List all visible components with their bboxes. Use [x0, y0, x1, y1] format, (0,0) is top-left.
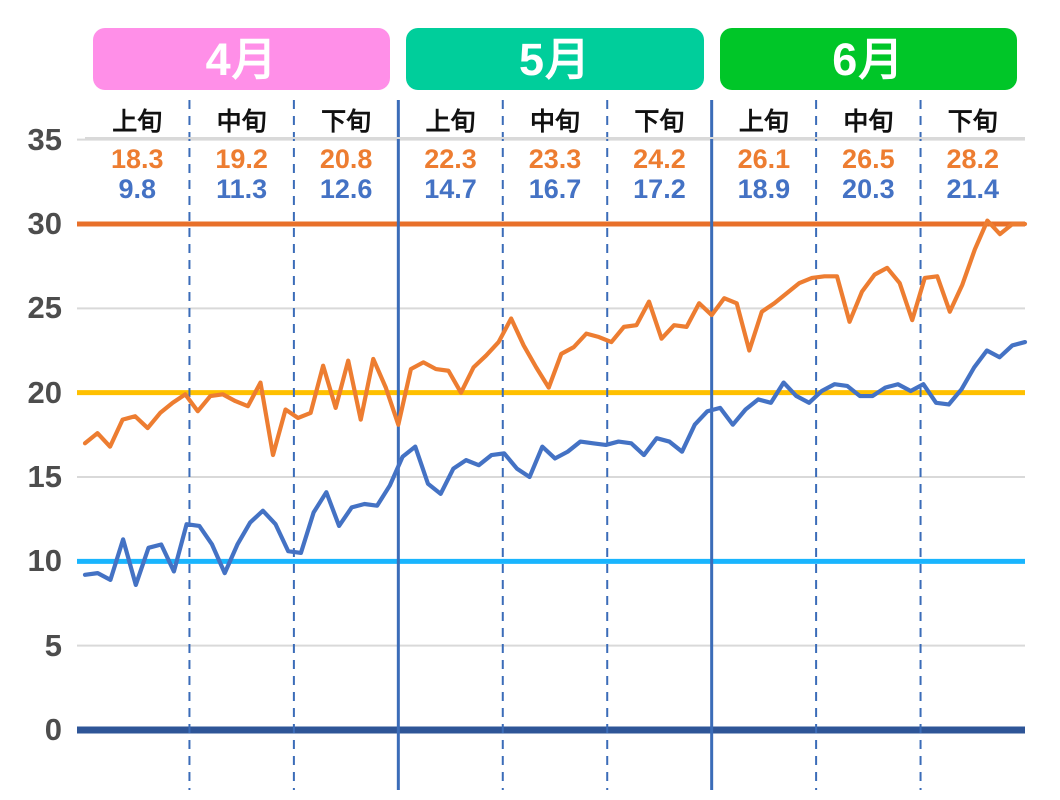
y-axis-tick-30: 30	[27, 206, 62, 241]
low-temp-line	[82, 339, 1028, 588]
period-label-4: 中旬	[529, 108, 580, 136]
month-pill-4[interactable]: 4月	[93, 28, 391, 90]
period-high-value-6: 26.1	[737, 144, 791, 174]
period-label-1: 中旬	[216, 108, 267, 136]
period-low-value-5: 17.2	[633, 174, 686, 204]
period-high-value-8: 28.2	[946, 144, 1000, 174]
period-high-value-0: 18.3	[110, 144, 164, 174]
period-low-value-0: 9.8	[118, 174, 156, 204]
period-high-value-3: 22.3	[424, 144, 477, 174]
period-high-value-4: 23.3	[528, 144, 582, 174]
period-high-value-1: 19.2	[215, 144, 268, 174]
month-pill-6[interactable]: 6月	[719, 28, 1017, 90]
period-low-value-2: 12.6	[319, 174, 373, 204]
high-temp-line	[82, 218, 1028, 458]
period-high-value-5: 24.2	[633, 144, 686, 174]
period-high-value-7: 26.5	[842, 144, 895, 174]
period-low-value-3: 14.7	[424, 174, 477, 204]
period-low-value-8: 21.4	[946, 174, 1000, 204]
y-axis-tick-15: 15	[27, 459, 62, 494]
period-label-3: 上旬	[425, 108, 476, 136]
period-low-value-4: 16.7	[528, 174, 582, 204]
period-label-5: 下旬	[634, 108, 685, 136]
month-pill-5[interactable]: 5月	[406, 28, 704, 90]
y-axis-tick-20: 20	[27, 374, 62, 410]
period-label-2: 下旬	[321, 108, 372, 136]
y-axis-tick-25: 25	[27, 290, 62, 326]
y-axis-tick-5: 5	[44, 627, 62, 663]
period-label-8: 下旬	[947, 108, 998, 136]
period-label-6: 上旬	[738, 108, 789, 136]
month-pill-label: 5月	[518, 33, 591, 85]
period-label-7: 中旬	[843, 108, 894, 136]
period-label-0: 上旬	[112, 108, 163, 136]
period-low-value-6: 18.9	[737, 174, 791, 204]
y-axis-tick-35: 35	[27, 121, 62, 157]
temperature-chart: 35 30 25 20 15 10 5 0 4月 5月 6月上旬 18.3 9.8 中旬 19.2 11.3 下…	[0, 0, 1060, 800]
y-axis-tick-0: 0	[44, 712, 62, 747]
y-axis-tick-10: 10	[27, 543, 62, 579]
period-high-value-2: 20.8	[319, 144, 373, 174]
month-pill-label: 4月	[205, 33, 278, 85]
period-low-value-7: 20.3	[842, 174, 895, 204]
month-pill-label: 6月	[832, 33, 905, 85]
period-low-value-1: 11.3	[216, 174, 268, 204]
